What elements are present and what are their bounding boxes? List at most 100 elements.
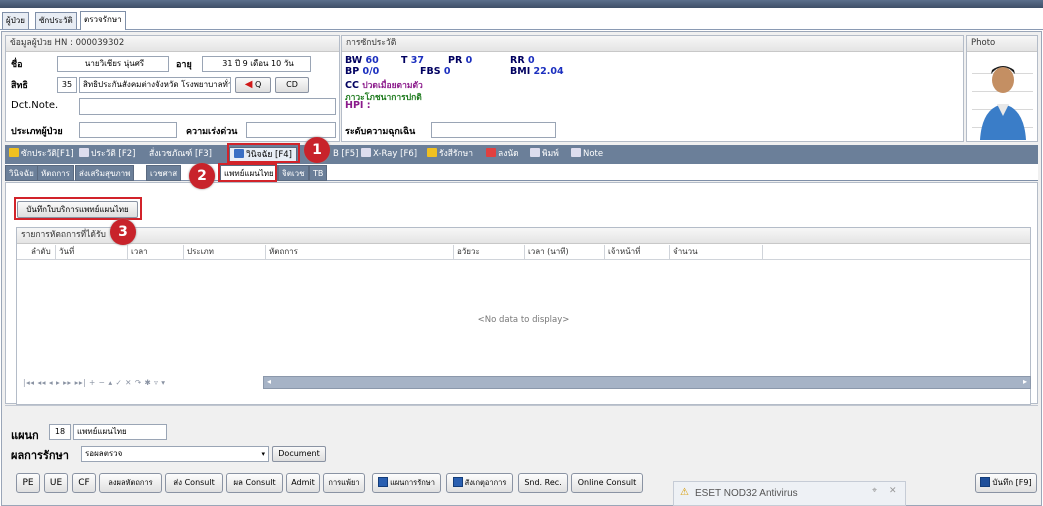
subtab-health-promotion[interactable]: ส่งเสริมสุขภาพ (75, 165, 135, 181)
department-field[interactable]: แพทย์แผนไทย (73, 424, 167, 440)
save-button[interactable]: บันทึก [F9] (975, 473, 1037, 493)
pr-value: 0 (465, 55, 473, 66)
tab-history-f1-label: ซักประวัติ[F1] (21, 149, 74, 159)
department-code-field[interactable]: 18 (49, 424, 71, 440)
tab-xray-f6[interactable]: X-Ray [F6] (357, 147, 421, 163)
admit-button[interactable]: Admit (286, 473, 320, 493)
warning-icon: ⚠ (680, 487, 689, 498)
xray-icon (361, 148, 371, 157)
queue-button[interactable]: ◀ Q (235, 77, 271, 93)
observe-symptoms-button[interactable]: สังเกตุอาการ (446, 473, 513, 493)
cf-button[interactable]: CF (72, 473, 96, 493)
tab-medication-f3[interactable]: สั่งเวชภัณฑ์ [F3] (145, 147, 216, 163)
list-icon (452, 477, 463, 487)
pr-label: PR (448, 55, 463, 66)
subtab-psychiatry[interactable]: จิตเวช (278, 165, 309, 181)
name-field[interactable]: นายวิเชียร นุ่นศรี (57, 56, 169, 72)
right-code-field[interactable]: 35 (57, 77, 77, 93)
photo-panel-header: Photo (967, 36, 1037, 52)
patient-type-label: ประเภทผู้ป่วย (11, 127, 63, 137)
rr-value: 0 (527, 55, 535, 66)
tab-note-label: Note (583, 149, 604, 159)
chevron-down-icon: ▾ (261, 450, 265, 458)
subtab-medicine[interactable]: เวชศาส (146, 165, 182, 181)
hpi-label: HPI : (345, 100, 371, 111)
urgency-field[interactable] (246, 122, 336, 138)
bottom-form: แผนก 18 แพทย์แผนไทย ผลการรักษา รอผลตรวจ ▾… (5, 405, 1038, 467)
save-disk-icon (980, 477, 991, 487)
grid-horizontal-scrollbar[interactable]: ◂ ▸ (263, 376, 1031, 389)
list-icon (378, 477, 389, 487)
urgency-label: ความเร่งด่วน (186, 127, 238, 137)
close-icon[interactable]: ✕ (889, 486, 897, 496)
printer-icon (530, 148, 540, 157)
emergency-level-field[interactable] (431, 122, 556, 138)
arrow-left-icon: ◀ (244, 79, 253, 90)
tab-examine[interactable]: ตรวจรักษา (80, 11, 126, 30)
pin-icon[interactable]: ⌖ (872, 486, 877, 496)
tab-history-f1[interactable]: ซักประวัติ[F1] (5, 147, 78, 163)
tab-print[interactable]: พิมพ์ (526, 147, 563, 163)
result-label: ผลการรักษา (11, 449, 69, 462)
send-consult-button[interactable]: ส่ง Consult (165, 473, 223, 493)
bmi-label: BMI (510, 66, 531, 77)
dct-note-field[interactable] (79, 98, 336, 115)
tab-history[interactable]: ซักประวัติ (35, 12, 77, 29)
record-procedure-button[interactable]: ลงผลหัตถการ (99, 473, 162, 493)
bw-label: BW (345, 55, 363, 66)
result-select-value: รอผลตรวจ (85, 449, 123, 458)
grid-col-minutes: เวลา (นาที) (525, 245, 605, 259)
note-icon (571, 148, 581, 157)
consult-result-button[interactable]: ผล Consult (226, 473, 283, 493)
tab-radiotherapy-label: รังสีรักษา (439, 149, 473, 159)
snd-rec-button[interactable]: Snd. Rec. (518, 473, 568, 493)
subtab-procedure[interactable]: หัตถการ (37, 165, 74, 181)
ue-button[interactable]: UE (44, 473, 68, 493)
antivirus-toast[interactable]: ⚠ ESET NOD32 Antivirus ⌖ ✕ (673, 481, 906, 506)
procedure-grid: รายการหัตถการที่ได้รับ ลำดับ วันที่ เวลา… (16, 227, 1031, 405)
tab-note[interactable]: Note (567, 147, 607, 163)
bw-value: 60 (365, 55, 379, 66)
tab-records-f2[interactable]: ประวัติ [F2] (75, 147, 139, 163)
treatment-plan-button[interactable]: แผนการรักษา (372, 473, 441, 493)
age-field[interactable]: 31 ปี 9 เดือน 10 วัน (202, 56, 311, 72)
grid-header-divider (17, 259, 1030, 260)
drug-allergy-button[interactable]: การแพ้ยา (323, 473, 365, 493)
annotation-badge-1: 1 (304, 137, 330, 163)
annotation-badge-2: 2 (189, 163, 215, 189)
t-value: 37 (410, 55, 425, 66)
history-icon (9, 148, 19, 157)
scroll-right-icon[interactable]: ▸ (1023, 377, 1027, 386)
main-tab-strip: ซักประวัติ[F1] ประวัติ [F2] สั่งเวชภัณฑ์… (5, 145, 1038, 164)
grid-navigator[interactable]: |◂◂ ◂◂ ◂ ▸ ▸▸ ▸▸| + − ▴ ✓ ✕ ↷ ✱ ▿ ▾ (23, 378, 267, 390)
history-panel-header: การซักประวัติ (342, 36, 963, 52)
save-button-label: บันทึก [F9] (992, 478, 1032, 487)
right-field[interactable]: สิทธิประกันสังคมต่างจังหวัด โรงพยาบาลทั่… (79, 77, 231, 93)
tab-records-f2-label: ประวัติ [F2] (91, 149, 136, 159)
bmi-value: 22.04 (533, 66, 564, 77)
subtab-diagnosis[interactable]: วินิจฉัย (5, 165, 38, 181)
scroll-left-icon[interactable]: ◂ (267, 377, 271, 386)
patient-type-field[interactable] (79, 122, 177, 138)
fbs-label: FBS (420, 66, 441, 77)
grid-col-staff: เจ้าหน้าที่ (605, 245, 670, 259)
tab-radiotherapy[interactable]: รังสีรักษา (423, 147, 477, 163)
grid-col-organ: อวัยวะ (454, 245, 525, 259)
rr-label: RR (510, 55, 525, 66)
subtab-tb[interactable]: TB (309, 165, 328, 181)
bp-label: BP (345, 66, 360, 77)
photo-panel: Photo (966, 35, 1038, 142)
online-consult-button[interactable]: Online Consult (571, 473, 643, 493)
dct-note-label: Dct.Note. (11, 100, 59, 111)
tab-appointment[interactable]: ลงนัด (482, 147, 523, 163)
right-label: สิทธิ (11, 81, 28, 91)
bp-value: 0/0 (362, 66, 380, 77)
result-select[interactable]: รอผลตรวจ ▾ (81, 446, 269, 462)
cd-button[interactable]: CD (275, 77, 309, 93)
document-button[interactable]: Document (272, 446, 326, 462)
patient-info-panel: ข้อมูลผู้ป่วย HN : 000039302 ชื่อ นายวิเ… (5, 35, 340, 142)
pe-button[interactable]: PE (16, 473, 40, 493)
antivirus-toast-text: ESET NOD32 Antivirus (695, 488, 798, 499)
tab-patient[interactable]: ผู้ป่วย (2, 12, 29, 29)
age-label: อายุ (176, 60, 192, 70)
